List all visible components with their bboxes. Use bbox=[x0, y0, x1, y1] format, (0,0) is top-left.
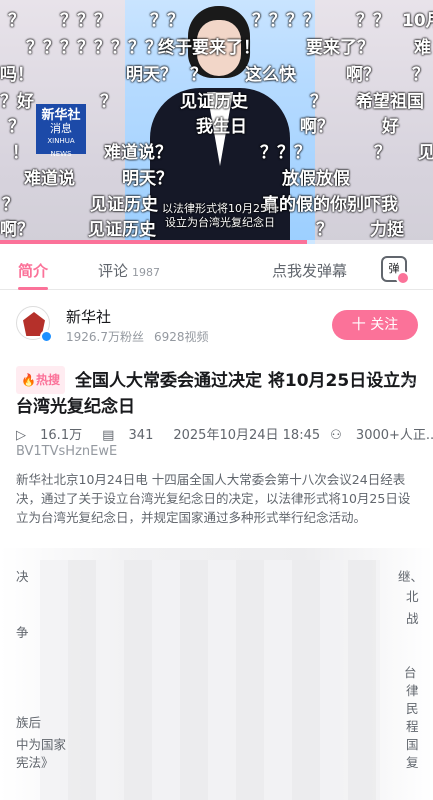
video-player[interactable]: ？？？？？？？？？？？？10月？？？？？？？？？？终于要来了！要来了？难吗！明天… bbox=[0, 0, 433, 244]
blurred-text-fragment: 中为国家 bbox=[16, 737, 67, 752]
danmaku-toggle-icon[interactable]: 弹 bbox=[381, 256, 410, 285]
danmaku-comment: 难道说 bbox=[24, 169, 75, 189]
blurred-text-fragment: 继、 bbox=[398, 569, 424, 584]
blurred-text-fragment: 宪法》 bbox=[16, 755, 54, 770]
tab-comments-count: 1987 bbox=[132, 266, 161, 279]
danmaku-comment: 明天？ bbox=[126, 65, 177, 85]
blurred-text-fragment: 族后 bbox=[16, 715, 42, 730]
video-title: 全国人大常委会通过决定 将10月25日设立为台湾光复纪念日 bbox=[16, 371, 418, 417]
danmaku-comment: ？ bbox=[8, 117, 25, 137]
danmaku-comment: 见 bbox=[418, 143, 433, 163]
danmaku-comment: 这么快 bbox=[245, 65, 296, 85]
blurred-text-fragment: 台 bbox=[404, 665, 417, 680]
blurred-text-fragment: 北 bbox=[406, 589, 419, 604]
danmaku-comment: ？ bbox=[316, 220, 333, 240]
blurred-text-fragment: 争 bbox=[16, 625, 29, 640]
xinhua-badge-line2: 消息 bbox=[50, 122, 72, 135]
publish-date: 2025年10月24日 18:45 bbox=[173, 428, 321, 443]
blurred-text-fragment: 律 bbox=[406, 683, 419, 698]
danmaku-comment: 10月 bbox=[402, 11, 433, 31]
danmaku-comment: 见证历史 bbox=[180, 92, 248, 112]
blurred-text-fragment: 程 bbox=[406, 719, 419, 734]
hot-badge-label: 热搜 bbox=[35, 373, 60, 387]
danmaku-comment: ？ bbox=[374, 143, 391, 163]
blurred-text-fragment: 决 bbox=[16, 569, 29, 584]
xinhua-news-badge: 新华社 消息 XINHUA NEWS bbox=[36, 104, 86, 158]
danmaku-comment: ？？ bbox=[150, 11, 184, 31]
danmaku-comment: ？ bbox=[310, 92, 327, 112]
danmaku-comment: ！ bbox=[12, 143, 29, 163]
danmaku-comment: 终于要来了！ bbox=[158, 38, 260, 58]
hot-badge[interactable]: 🔥热搜 bbox=[16, 366, 65, 394]
tab-comments[interactable]: 评论 1987 bbox=[98, 260, 160, 281]
danmaku-comment: 力挺 bbox=[370, 220, 404, 240]
blurred-mosaic bbox=[40, 560, 380, 800]
danmaku-comment: 啊？ bbox=[300, 117, 334, 137]
view-count: ▷ 16.1万 bbox=[16, 428, 92, 443]
blurred-text-fragment: 复 bbox=[406, 755, 419, 770]
danmaku-comment: ？ bbox=[2, 195, 19, 215]
blurred-text-fragment: 国 bbox=[406, 737, 419, 752]
danmaku-comment: 我生日 bbox=[196, 117, 247, 137]
danmaku-comment: 要来了？ bbox=[306, 38, 374, 58]
people-icon: ⚇ bbox=[330, 428, 342, 443]
video-stats: ▷ 16.1万 ▤ 341 2025年10月24日 18:45 ⚇ 3000+人正..… bbox=[16, 424, 433, 443]
verified-icon bbox=[40, 330, 53, 343]
subtitle-line2: 设立为台湾光复纪念日 bbox=[165, 216, 275, 229]
video-title-block: 🔥热搜 全国人大常委会通过决定 将10月25日设立为台湾光复纪念日 ︿ bbox=[16, 366, 418, 420]
watching-count: ⚇ 3000+人正... bbox=[330, 428, 433, 443]
danmaku-comment: ？？ bbox=[356, 11, 390, 31]
danmaku-comment: 吗！ bbox=[0, 65, 34, 85]
subtitle-line1: 以法律形式将10月25日 bbox=[162, 202, 278, 215]
video-description: 新华社北京10月24日电 十四届全国人大常委会第十八次会议24日经表决，通过了关… bbox=[16, 472, 411, 525]
author-meta: 1926.7万粉丝 6928视频 bbox=[66, 328, 209, 345]
danmaku-count-value: 341 bbox=[128, 428, 154, 443]
author-row: 新华社 1926.7万粉丝 6928视频 十 关注 bbox=[16, 306, 418, 346]
danmaku-comment: 明天？ bbox=[122, 169, 173, 189]
xinhua-badge-line3: XINHUA NEWS bbox=[47, 137, 75, 158]
danmaku-comment: 希望祖国 bbox=[356, 92, 424, 112]
follow-button[interactable]: 十 关注 bbox=[332, 310, 418, 340]
danmaku-comment: ？？？ bbox=[260, 143, 311, 163]
tab-intro[interactable]: 简介 bbox=[18, 260, 48, 281]
danmaku-comment: ？？？ bbox=[60, 11, 111, 31]
author-videos: 6928视频 bbox=[154, 330, 209, 344]
flame-icon: 🔥 bbox=[21, 373, 36, 387]
danmaku-comment: ？ bbox=[8, 11, 25, 31]
danmaku-input[interactable]: 点我发弹幕 bbox=[272, 260, 347, 281]
blurred-text-fragment: 战 bbox=[406, 611, 419, 626]
danmaku-comment: 放假放假 bbox=[282, 169, 350, 189]
xinhua-badge-line1: 新华社 bbox=[41, 108, 81, 123]
tab-active-underline bbox=[18, 287, 48, 290]
video-title-line: 🔥热搜 全国人大常委会通过决定 将10月25日设立为台湾光复纪念日 bbox=[16, 366, 418, 420]
video-subtitle: 以法律形式将10月25日 设立为台湾光复纪念日 bbox=[140, 202, 300, 230]
danmaku-comment: 啊？ bbox=[0, 220, 34, 240]
author-followers: 1926.7万粉丝 bbox=[66, 330, 144, 344]
view-count-value: 16.1万 bbox=[40, 428, 83, 443]
danmaku-icon: ▤ bbox=[102, 428, 115, 443]
blurred-text-fragment: 民 bbox=[406, 701, 419, 716]
danmaku-comment: ？？？？ bbox=[252, 11, 320, 31]
bvid[interactable]: BV1TVsHznEwE bbox=[16, 444, 117, 459]
danmaku-comment: 好 bbox=[382, 117, 399, 137]
danmaku-comment: 难道说？ bbox=[104, 143, 172, 163]
author-name[interactable]: 新华社 bbox=[66, 306, 111, 327]
danmaku-comment: 啊？ bbox=[346, 65, 380, 85]
danmaku-comment: ？ bbox=[190, 65, 207, 85]
danmaku-comment: ？ bbox=[100, 92, 117, 112]
video-progress-fill bbox=[0, 240, 308, 244]
video-progress-bar[interactable] bbox=[0, 240, 433, 244]
chevron-up-icon[interactable]: ︿ bbox=[402, 368, 416, 388]
danmaku-count: ▤ 341 bbox=[102, 428, 163, 443]
play-icon: ▷ bbox=[16, 428, 26, 443]
watching-count-value: 3000+人正... bbox=[355, 428, 433, 443]
danmaku-comment: 难 bbox=[414, 38, 431, 58]
tab-bar: 简介 评论 1987 点我发弹幕 弹 bbox=[0, 248, 433, 290]
danmaku-comment: ？好 bbox=[0, 92, 34, 112]
danmaku-comment: ？ bbox=[412, 65, 429, 85]
tab-comments-label: 评论 bbox=[98, 262, 129, 280]
